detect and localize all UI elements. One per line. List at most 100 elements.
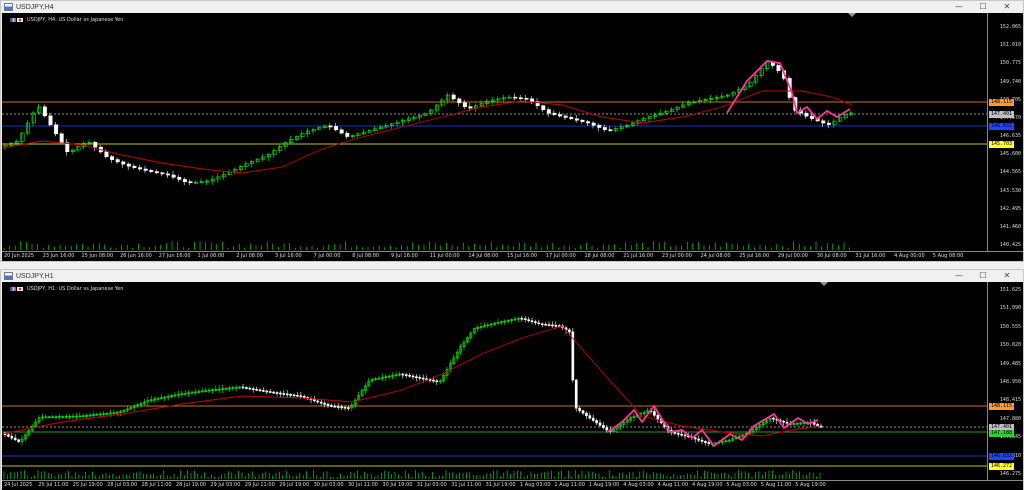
candle [455, 349, 459, 362]
close-button[interactable]: ✕ [995, 1, 1019, 13]
candle [360, 387, 364, 398]
candle [309, 396, 313, 404]
minimize-button[interactable]: — [947, 1, 971, 13]
price-scale[interactable]: 151.625 151.090 150.555 150.020 149.485 148.9… [987, 282, 1023, 480]
candle [238, 164, 243, 172]
candle [224, 386, 228, 391]
candle [574, 114, 579, 123]
chart-window-h1[interactable]: USDJPY,H1 — ☐ ✕ USDJPY, H1: US Dollar vs… [0, 269, 1024, 490]
chart-window-icon [4, 272, 13, 280]
candle [119, 409, 122, 417]
candle [496, 318, 500, 325]
time-label: 29 Jul 11:00 [244, 482, 275, 488]
candle [166, 394, 170, 401]
candle [13, 434, 17, 442]
candle [534, 319, 537, 326]
candle [727, 438, 731, 444]
time-axis[interactable]: 20 Jun 2025 23 Jun 16:00 25 Jun 08:00 26 Ju… [2, 251, 1023, 261]
candle [44, 414, 48, 419]
time-label: 3 Jul 16:00 [274, 253, 302, 259]
candle [804, 110, 809, 119]
candle [462, 339, 466, 351]
time-label: 23 Jun 16:00 [42, 253, 75, 259]
candle [210, 175, 215, 185]
candle [418, 114, 423, 121]
candle [578, 406, 581, 413]
candle [163, 395, 167, 402]
candle [204, 387, 207, 393]
time-label: 30 Jul 19:00 [382, 482, 413, 488]
close-button[interactable]: ✕ [995, 270, 1019, 282]
candle [642, 116, 647, 122]
candle [37, 103, 42, 115]
candle [61, 415, 65, 420]
time-axis[interactable]: 24 Jul 2025 25 Jul 11:00 25 Jul 19:00 28 Ju… [2, 480, 1023, 490]
candle [54, 414, 58, 420]
candle [530, 317, 534, 325]
candle [367, 377, 371, 387]
candle [126, 405, 129, 413]
candle [500, 320, 503, 326]
candle [166, 170, 171, 178]
candle [205, 179, 210, 185]
candle [227, 169, 232, 176]
chart-area[interactable]: USDJPY, H1: US Dollar vs Japanese Yen 15… [2, 282, 1023, 490]
candle [317, 126, 322, 131]
candle [231, 385, 235, 391]
candle [591, 414, 595, 422]
candle [3, 431, 7, 437]
time-label: 4 Aug 11:00 [657, 482, 689, 488]
time-label: 25 Jul 11:00 [38, 482, 69, 488]
candle [772, 416, 775, 423]
candle [819, 423, 823, 429]
candle [177, 174, 182, 182]
chart-window-h4[interactable]: USDJPY,H4 — ☐ ✕ USDJPY, H4: US Dollar vs… [0, 0, 1024, 262]
candle [255, 386, 258, 392]
time-label: 17 Jul 00:00 [545, 253, 576, 259]
candle [311, 127, 316, 135]
chart-area[interactable]: USDJPY, H4: US Dollar vs Japanese Yen 15… [2, 13, 1023, 261]
price-scale[interactable]: 152.065151.010150.775149.740148.705147.6… [987, 13, 1023, 251]
candle [782, 420, 785, 426]
title-bar[interactable]: USDJPY,H1 — ☐ ✕ [1, 270, 1023, 282]
candle [466, 336, 469, 344]
candle [31, 111, 36, 127]
candle [71, 413, 75, 420]
candle [391, 372, 394, 380]
candle [328, 123, 333, 130]
price-chart [2, 60, 987, 250]
candle [731, 90, 736, 99]
candle [261, 154, 266, 162]
candle [546, 107, 551, 118]
title-bar[interactable]: USDJPY,H4 — ☐ ✕ [1, 1, 1023, 13]
minimize-button[interactable]: — [947, 270, 971, 282]
candle [17, 438, 20, 444]
price-tag: 145.703 [989, 141, 1015, 148]
price-chart [2, 315, 987, 479]
time-label: 30 Jul 08:00 [816, 253, 847, 259]
candle [233, 167, 238, 175]
time-label: 30 Jul 03:00 [313, 482, 344, 488]
candle [333, 403, 337, 408]
candle [292, 393, 296, 398]
time-label: 21 Jul 16:00 [623, 253, 654, 259]
candle [581, 409, 585, 416]
maximize-button[interactable]: ☐ [971, 270, 995, 282]
candle [558, 111, 563, 118]
candle [42, 104, 47, 118]
time-label: 14 Jul 08:00 [468, 253, 499, 259]
candle [289, 135, 294, 145]
candle [541, 104, 546, 112]
candle [156, 396, 160, 403]
candle [513, 316, 517, 322]
maximize-button[interactable]: ☐ [971, 1, 995, 13]
candle [70, 148, 75, 155]
candle [629, 415, 632, 424]
price-label: 145.600 [999, 151, 1021, 158]
candle [451, 92, 456, 102]
candle [121, 160, 126, 168]
candle [244, 160, 249, 170]
time-label: 29 Jul 19:00 [279, 482, 310, 488]
price-label: 149.740 [999, 78, 1021, 85]
candle [54, 122, 59, 137]
